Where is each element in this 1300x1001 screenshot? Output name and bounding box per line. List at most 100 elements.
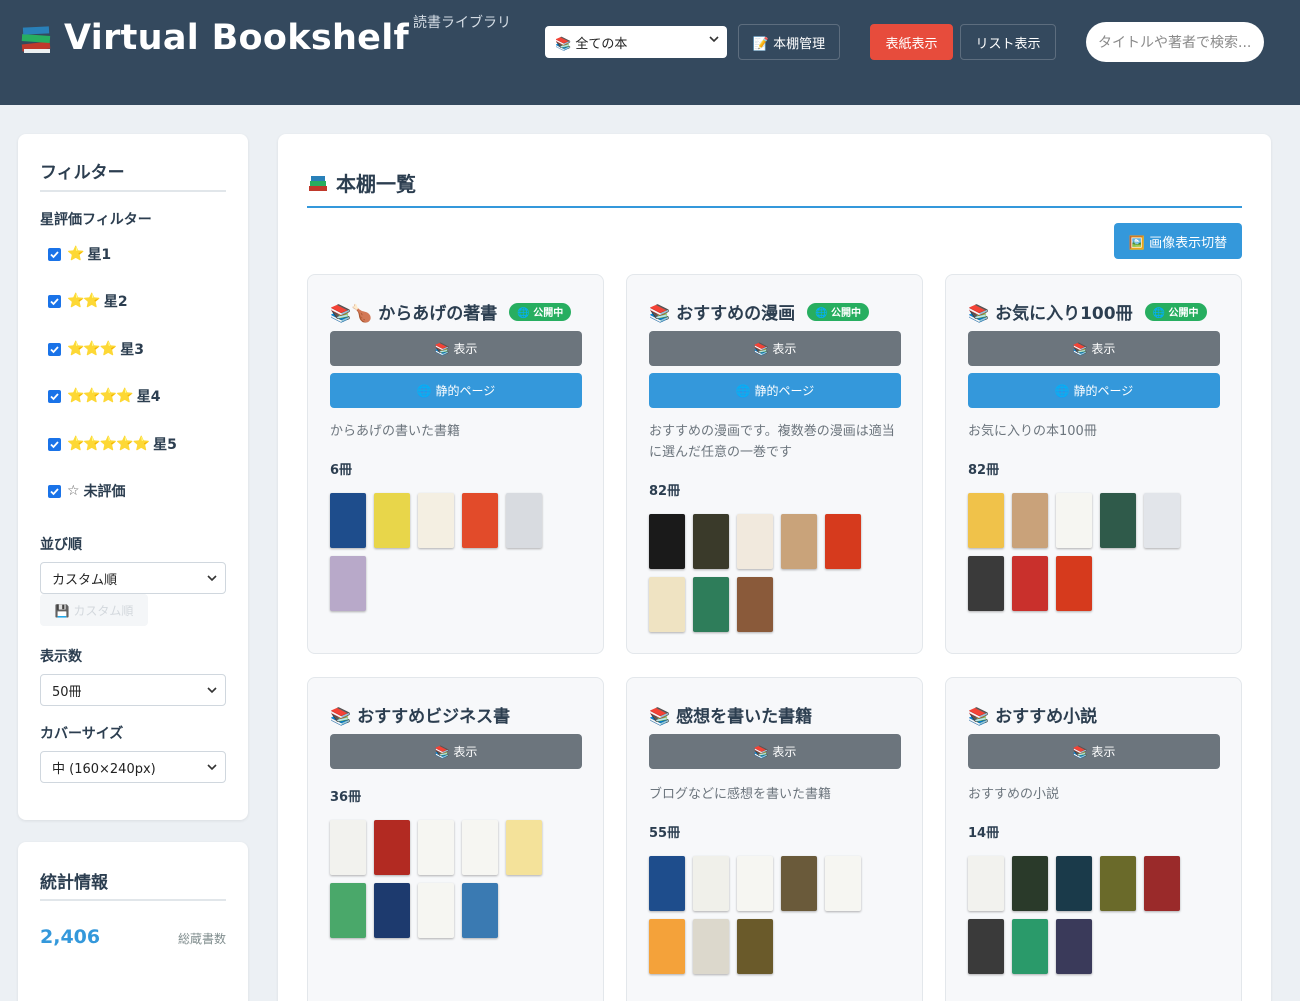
cover-view-button[interactable]: 表紙表示 — [870, 24, 953, 60]
view-shelf-button[interactable]: 📚 表示 — [330, 734, 582, 769]
book-cover[interactable] — [330, 556, 366, 611]
book-cover[interactable] — [649, 514, 685, 569]
book-cover[interactable] — [825, 514, 861, 569]
book-cover[interactable] — [462, 883, 498, 938]
checkbox-checked[interactable] — [48, 437, 61, 451]
book-cover[interactable] — [1012, 856, 1048, 911]
save-custom-sort-button[interactable]: 💾 カスタム順 — [40, 594, 148, 626]
book-cover[interactable] — [1012, 556, 1048, 611]
book-cover[interactable] — [968, 493, 1004, 548]
logo[interactable]: Virtual Bookshelf — [20, 18, 409, 58]
bookshelf-title[interactable]: 📚 おすすめビジネス書 — [330, 702, 510, 727]
book-cover[interactable] — [968, 919, 1004, 974]
manage-shelves-button[interactable]: 📝 本棚管理 — [738, 24, 840, 60]
book-cover[interactable] — [374, 493, 410, 548]
title-underline — [307, 206, 1242, 208]
book-cover[interactable] — [1056, 856, 1092, 911]
search-input[interactable]: タイトルや著者で検索... — [1086, 22, 1264, 62]
book-cover[interactable] — [462, 493, 498, 548]
bookshelf-select[interactable]: 📚 全ての本 — [545, 26, 727, 58]
checkbox-checked[interactable] — [48, 342, 61, 356]
view-shelf-button[interactable]: 📚 表示 — [330, 331, 582, 366]
rating-filter-3[interactable]: ⭐⭐⭐ 星3 — [48, 339, 144, 359]
cover-grid — [330, 820, 550, 946]
rating-filter-2[interactable]: ⭐⭐ 星2 — [48, 291, 128, 311]
book-cover[interactable] — [374, 820, 410, 875]
bookshelf-title[interactable]: 📚 おすすめ小説 — [968, 702, 1097, 727]
rating-filter-unrated[interactable]: ☆ 未評価 — [48, 481, 126, 501]
bookshelf-description: からあげの書いた書籍 — [330, 424, 461, 439]
view-shelf-button[interactable]: 📚 表示 — [968, 331, 1220, 366]
book-cover[interactable] — [781, 856, 817, 911]
bookshelf-title[interactable]: 📚 おすすめの漫画 🌐 公開中 — [649, 299, 870, 324]
checkbox-checked[interactable] — [48, 389, 61, 403]
view-shelf-button[interactable]: 📚 表示 — [649, 331, 901, 366]
stats-panel: 統計情報 2,406 総蔵書数 — [18, 842, 248, 1001]
book-cover[interactable] — [737, 514, 773, 569]
book-cover[interactable] — [1144, 856, 1180, 911]
book-cover[interactable] — [330, 883, 366, 938]
book-cover[interactable] — [418, 493, 454, 548]
static-page-button[interactable]: 🌐 静的ページ — [968, 373, 1220, 408]
bookshelf-card: 📚 お気に入り100冊 🌐 公開中 📚 表示 🌐 静的ページ お気に入りの本10… — [945, 274, 1242, 654]
checkbox-checked[interactable] — [48, 294, 61, 308]
book-cover[interactable] — [1056, 493, 1092, 548]
bookshelf-description: おすすめの漫画です。複数巻の漫画は適当に選んだ任意の一巻です — [649, 424, 895, 460]
view-shelf-button[interactable]: 📚 表示 — [968, 734, 1220, 769]
cover-grid — [968, 493, 1188, 619]
book-cover[interactable] — [737, 577, 773, 632]
books-icon — [309, 175, 327, 191]
book-cover[interactable] — [693, 514, 729, 569]
list-view-button[interactable]: リスト表示 — [960, 24, 1056, 60]
cover-size-select[interactable]: 中 (160×240px) — [40, 751, 226, 783]
book-cover[interactable] — [1056, 556, 1092, 611]
book-cover[interactable] — [1012, 493, 1048, 548]
book-cover[interactable] — [506, 820, 542, 875]
book-cover[interactable] — [693, 577, 729, 632]
rating-filter-1[interactable]: ⭐ 星1 — [48, 244, 111, 264]
book-cover[interactable] — [418, 883, 454, 938]
book-cover[interactable] — [1012, 919, 1048, 974]
book-cover[interactable] — [374, 883, 410, 938]
bookshelf-title[interactable]: 📚 お気に入り100冊 🌐 公開中 — [968, 299, 1207, 324]
bookshelf-title[interactable]: 📚 感想を書いた書籍 — [649, 702, 812, 727]
rating-filter-4[interactable]: ⭐⭐⭐⭐ 星4 — [48, 386, 160, 406]
book-cover[interactable] — [649, 919, 685, 974]
rating-label: 星1 — [87, 247, 112, 263]
total-books-label: 総蔵書数 — [177, 932, 226, 946]
book-cover[interactable] — [781, 514, 817, 569]
public-badge: 🌐 公開中 — [807, 302, 870, 321]
book-cover[interactable] — [649, 577, 685, 632]
book-cover[interactable] — [693, 919, 729, 974]
book-cover[interactable] — [968, 556, 1004, 611]
book-cover[interactable] — [737, 919, 773, 974]
bookshelf-card: 📚 おすすめの漫画 🌐 公開中 📚 表示 🌐 静的ページ おすすめの漫画です。複… — [626, 274, 923, 654]
rating-filter-5[interactable]: ⭐⭐⭐⭐⭐ 星5 — [48, 434, 177, 454]
static-page-button[interactable]: 🌐 静的ページ — [649, 373, 901, 408]
public-badge: 🌐 公開中 — [1144, 302, 1207, 321]
display-count-select[interactable]: 50冊 — [40, 674, 226, 706]
book-cover[interactable] — [462, 820, 498, 875]
star-icon: ⭐⭐⭐⭐ — [67, 388, 134, 404]
sort-select[interactable]: カスタム順 — [40, 562, 226, 594]
book-cover[interactable] — [968, 856, 1004, 911]
checkbox-checked[interactable] — [48, 484, 61, 498]
book-cover[interactable] — [330, 493, 366, 548]
book-cover[interactable] — [649, 856, 685, 911]
book-cover[interactable] — [1100, 493, 1136, 548]
book-cover[interactable] — [693, 856, 729, 911]
book-cover[interactable] — [418, 820, 454, 875]
bookshelf-title-text: 📚 おすすめ小説 — [968, 707, 1098, 727]
checkbox-checked[interactable] — [48, 247, 61, 261]
book-cover[interactable] — [1100, 856, 1136, 911]
book-cover[interactable] — [737, 856, 773, 911]
book-cover[interactable] — [825, 856, 861, 911]
view-shelf-button[interactable]: 📚 表示 — [649, 734, 901, 769]
bookshelf-title[interactable]: 📚🍗 からあげの著書 🌐 公開中 — [330, 299, 572, 324]
book-cover[interactable] — [1056, 919, 1092, 974]
book-cover[interactable] — [506, 493, 542, 548]
book-cover[interactable] — [330, 820, 366, 875]
book-cover[interactable] — [1144, 493, 1180, 548]
static-page-button[interactable]: 🌐 静的ページ — [330, 373, 582, 408]
toggle-images-button[interactable]: 🖼️ 画像表示切替 — [1114, 223, 1242, 259]
